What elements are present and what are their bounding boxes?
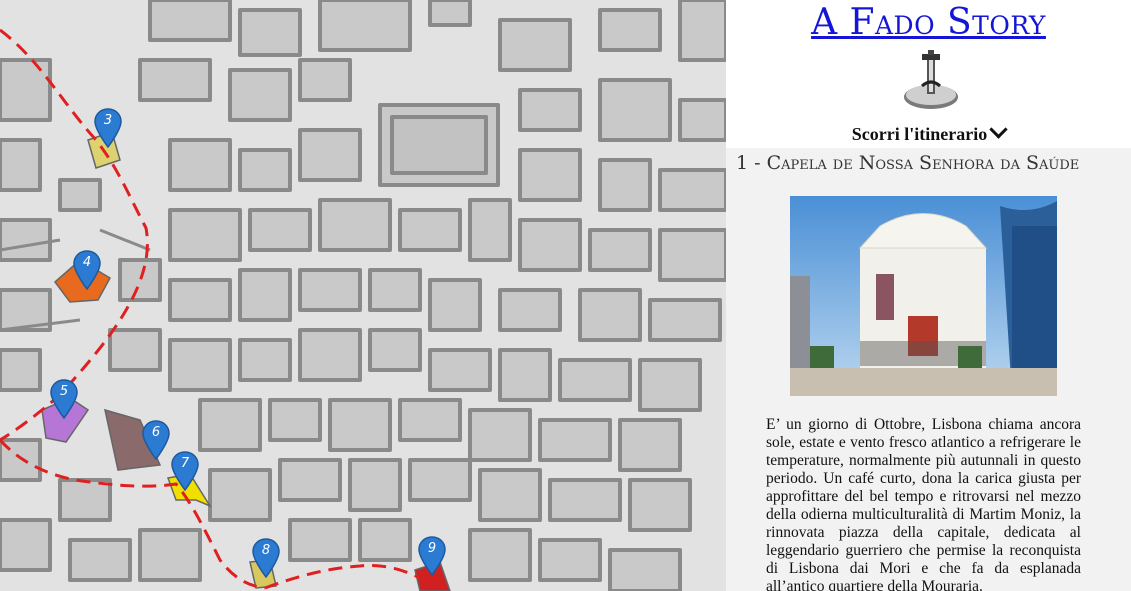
- marker-number: 8: [261, 543, 271, 558]
- stop-description: E’ un giorno di Ottobre, Lisbona chiama …: [766, 416, 1081, 591]
- marker-number: 7: [180, 456, 190, 471]
- stop-content: 1 - Capela de Nossa Senhora da Saúde E’ …: [726, 148, 1131, 591]
- stop-title: 1 - Capela de Nossa Senhora da Saúde: [736, 152, 1080, 174]
- marker-number: 3: [103, 113, 113, 128]
- map-marker-6[interactable]: 6: [142, 420, 170, 460]
- scroll-itinerary-button[interactable]: Scorri l'itinerario: [726, 120, 1131, 145]
- chapel-photo: [790, 196, 1057, 396]
- marker-number: 6: [151, 425, 161, 440]
- map-marker-7[interactable]: 7: [171, 451, 199, 491]
- map-view[interactable]: 3 4 5 6 7 8 9: [0, 0, 726, 591]
- map-marker-9[interactable]: 9: [418, 536, 446, 576]
- map-marker-8[interactable]: 8: [252, 538, 280, 578]
- story-panel: A Fado Story Scorri l'itinerario 1 - Cap…: [726, 0, 1131, 591]
- app-title-link[interactable]: A Fado Story: [726, 2, 1131, 43]
- map-basemap: [0, 0, 726, 591]
- marker-number: 5: [59, 384, 69, 399]
- marker-number: 4: [82, 255, 92, 270]
- map-marker-4[interactable]: 4: [73, 250, 101, 290]
- marker-number: 9: [427, 541, 437, 556]
- lamp-logo-icon: [904, 50, 958, 109]
- chevron-down-icon: [989, 120, 1008, 139]
- scroll-itinerary-label: Scorri l'itinerario: [851, 124, 988, 144]
- map-marker-5[interactable]: 5: [50, 379, 78, 419]
- map-marker-3[interactable]: 3: [94, 108, 122, 148]
